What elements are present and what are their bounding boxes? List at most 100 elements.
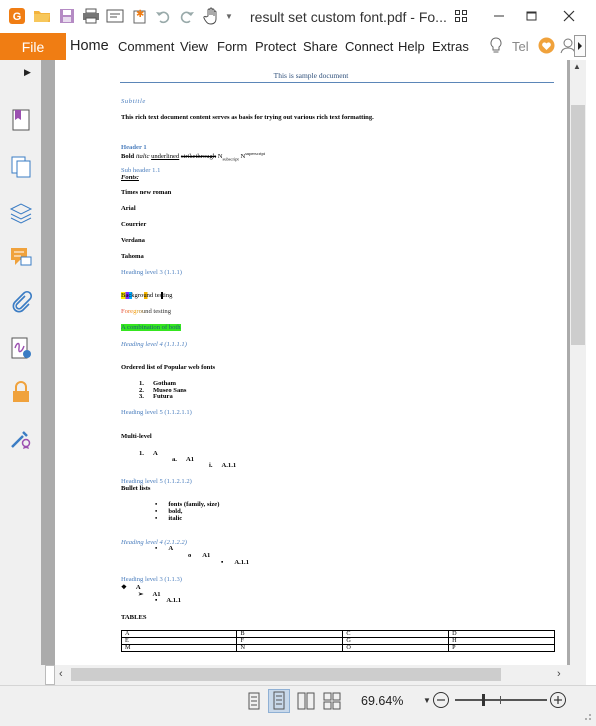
ordered-item-3: 3. Futura [139,393,173,400]
formatting-line: Bold italic underlined strikethrough Nsu… [121,151,265,162]
zoom-slider[interactable] [455,694,547,706]
bookmark-icon[interactable] [9,108,33,132]
attachments-icon[interactable] [9,290,33,314]
scroll-up-icon[interactable]: ▲ [573,62,581,71]
certificate-icon[interactable] [9,426,33,450]
table-cell: C [342,630,450,638]
scan-icon[interactable] [106,7,124,25]
zoom-in-icon[interactable] [549,691,567,714]
continuous-facing-icon[interactable] [323,692,341,715]
tab-view[interactable]: View [180,39,208,54]
tab-home[interactable]: Home [70,38,109,54]
multilevel-item-1: 1. A [139,450,158,457]
app-logo-icon[interactable]: G [8,7,26,25]
print-icon[interactable] [82,7,100,25]
ribbon-scroll-right-icon[interactable] [574,35,586,60]
expand-panel-icon[interactable]: ▶ [24,67,31,78]
redo-icon[interactable] [178,7,196,25]
zoom-slider-thumb[interactable] [481,694,485,706]
file-menu-button[interactable]: File [0,33,66,60]
bullet-item-2: • bold, [155,508,183,515]
open-folder-icon[interactable] [33,7,51,25]
table-cell: A [120,630,238,638]
table-cell: E [120,637,238,645]
heading-level-4-first: Heading level 4 (1.1.1.1) [121,341,187,348]
font-sample-arial: Arial [121,205,136,212]
font-sample-verdana: Verdana [121,237,145,244]
document-viewport[interactable]: This is sample document Subtitle This ri… [41,60,570,665]
horizontal-scroll-thumb[interactable] [71,668,501,681]
table-row: E F G H [120,637,555,645]
combination-highlight: A combination of both [121,324,181,331]
bullet-list-title: Bullet lists [121,485,151,492]
vertical-scrollbar[interactable]: ▲ [570,60,586,665]
heading-sub-header: Sub header 1.1 [121,167,161,174]
heading-level-3-first: Heading level 3 (1.1.1) [121,269,182,276]
dropdown-icon[interactable]: ▼ [220,7,238,25]
window-title: result set custom font.pdf - Fo... [250,9,447,25]
resize-grip-icon[interactable] [582,708,592,726]
heading-header-1: Header 1 [121,144,147,151]
vertical-scroll-thumb[interactable] [571,105,585,345]
undo-icon[interactable] [154,7,172,25]
table-cell: P [448,644,555,652]
zoom-dropdown-icon[interactable]: ▼ [423,696,431,705]
tell-me-input[interactable]: Tel [512,39,529,54]
scroll-corner [45,665,55,685]
horizontal-scrollbar[interactable]: ‹ › [41,665,570,685]
zoom-slider-center-tick [500,696,501,704]
ordered-item-1: 1. Gotham [139,380,177,387]
tab-form[interactable]: Form [217,39,247,54]
scroll-left-icon[interactable]: ‹ [59,668,63,680]
table-cell: D [448,630,555,638]
zoom-out-icon[interactable] [432,691,450,714]
subtitle: Subtitle [121,98,146,105]
layers-icon[interactable] [9,201,33,225]
minimize-icon[interactable] [488,7,510,25]
save-icon[interactable] [58,7,76,25]
signature-icon[interactable] [9,336,33,360]
ordered-list-title: Ordered list of Popular web fonts [121,364,216,371]
table-row: A B C D [120,630,555,638]
nested-bullet-1: • A [155,545,174,552]
new-icon[interactable]: ✱ [130,7,148,25]
heading-level-5-first: Heading level 5 (1.1.2.1.1) [121,409,192,416]
lightbulb-icon[interactable] [489,37,503,58]
table-cell: F [236,637,344,645]
continuous-page-icon[interactable] [268,689,290,713]
scroll-right-icon[interactable]: › [557,668,561,680]
heart-icon[interactable] [538,37,555,57]
tab-connect[interactable]: Connect [345,39,393,54]
foreground-testing: Foreground testing [121,308,171,315]
single-page-icon[interactable] [247,692,261,715]
multilevel-item-3: i. A.1.1 [209,462,237,469]
multilevel-title: Multi-level [121,433,152,440]
table-cell: N [236,644,344,652]
restore-icon[interactable] [521,7,543,25]
security-icon[interactable] [9,380,33,404]
close-icon[interactable] [558,7,580,25]
comments-icon[interactable] [9,245,33,269]
tab-share[interactable]: Share [303,39,338,54]
tab-extras[interactable]: Extras [432,39,469,54]
pages-icon[interactable] [9,155,33,179]
ribbon-menu-bar: File Home Comment View Form Protect Shar… [0,33,596,61]
tab-protect[interactable]: Protect [255,39,296,54]
heading-level-4-second: Heading level 4 (2.1.2.2) [121,539,187,546]
font-sample-courier: Courrier [121,221,147,228]
tab-comment[interactable]: Comment [118,39,174,54]
background-testing: Background testing [121,292,173,299]
grid-icon[interactable] [450,7,472,25]
intro-paragraph: This rich text document content serves a… [121,114,374,121]
facing-page-icon[interactable] [297,692,315,715]
fonts-label: Fonts: [121,174,139,181]
symbol-bullet-3: ▪ A.1.1 [155,597,181,604]
tab-help[interactable]: Help [398,39,425,54]
svg-text:G: G [13,11,22,23]
hand-tool-icon[interactable] [202,7,220,25]
heading-level-5-second: Heading level 5 (1.1.2.1.2) [121,478,192,485]
tables-title: TABLES [121,614,147,621]
zoom-level[interactable]: 69.64% [361,694,403,708]
navigation-panel: ▶ [0,60,42,685]
heading-level-3-second: Heading level 3 (1.1.3) [121,576,182,583]
